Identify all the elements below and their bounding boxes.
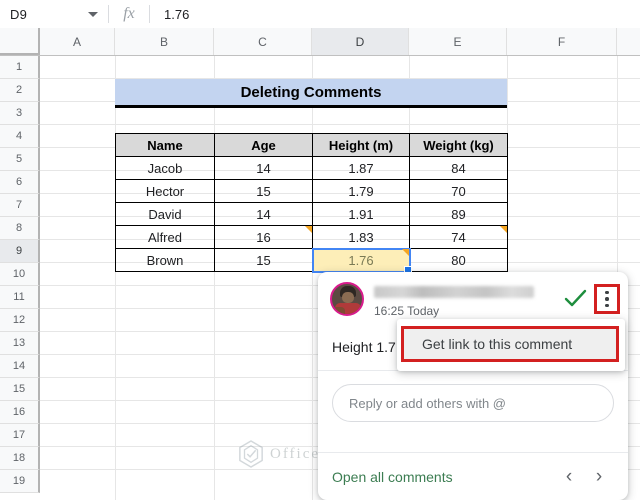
cell-height[interactable]: 1.79 <box>312 179 410 203</box>
table-row[interactable]: Hector 15 1.79 70 <box>115 179 508 203</box>
row-header-7[interactable]: 7 <box>0 194 40 217</box>
comment-marker-icon <box>500 226 507 233</box>
name-box-value: D9 <box>10 6 28 22</box>
row-header-15[interactable]: 15 <box>0 378 40 401</box>
cell-height[interactable]: 1.87 <box>312 156 410 180</box>
row-header-13[interactable]: 13 <box>0 332 40 355</box>
gridline <box>40 124 640 125</box>
data-table: Name Age Height (m) Weight (kg) Jacob 14… <box>115 133 508 274</box>
column-header-e[interactable]: E <box>409 28 507 55</box>
column-header-age: Age <box>214 133 313 157</box>
column-header-b[interactable]: B <box>115 28 214 55</box>
row-header-5[interactable]: 5 <box>0 148 40 171</box>
avatar-part <box>333 307 345 314</box>
resolve-check-icon[interactable] <box>562 288 588 310</box>
comment-popup: 16:25 Today Height 1.7 Reply or add othe… <box>318 272 628 500</box>
chevron-down-icon[interactable] <box>88 11 98 17</box>
row-header-14[interactable]: 14 <box>0 355 40 378</box>
cell-age[interactable]: 14 <box>214 156 313 180</box>
comment-more-options-button[interactable] <box>594 284 620 314</box>
column-header-g[interactable] <box>617 28 640 55</box>
gridline <box>214 56 215 500</box>
comment-marker-icon <box>402 249 409 256</box>
cell-age[interactable]: 15 <box>214 179 313 203</box>
cell-height-value: 1.76 <box>348 252 374 268</box>
column-header-c[interactable]: C <box>214 28 312 55</box>
row-header-9[interactable]: 9 <box>0 240 40 263</box>
avatar[interactable] <box>330 282 364 316</box>
formula-input[interactable]: 1.76 <box>150 7 640 22</box>
column-header-name: Name <box>115 133 215 157</box>
table-row[interactable]: Jacob 14 1.87 84 <box>115 156 508 180</box>
cell-height-selected[interactable]: 1.76 <box>311 247 412 274</box>
open-all-comments-link[interactable]: Open all comments <box>332 469 554 485</box>
cell-weight[interactable]: 89 <box>409 202 508 226</box>
cell-weight[interactable]: 70 <box>409 179 508 203</box>
row-header-19[interactable]: 19 <box>0 470 40 493</box>
reply-placeholder: Reply or add others with @ <box>349 395 506 411</box>
cell-name[interactable]: Brown <box>115 248 215 272</box>
row-header-6[interactable]: 6 <box>0 171 40 194</box>
cell-age-value: 16 <box>256 229 271 245</box>
kebab-dot-icon <box>605 297 609 301</box>
gridline <box>312 56 313 500</box>
menu-item-get-link[interactable]: Get link to this comment <box>401 326 619 362</box>
row-header-17[interactable]: 17 <box>0 424 40 447</box>
row-header-12[interactable]: 12 <box>0 309 40 332</box>
cell-name[interactable]: David <box>115 202 215 226</box>
column-header-f[interactable]: F <box>507 28 617 55</box>
cell-name[interactable]: Jacob <box>115 156 215 180</box>
cell-weight[interactable]: 84 <box>409 156 508 180</box>
cell-height[interactable]: 1.91 <box>312 202 410 226</box>
table-header-row: Name Age Height (m) Weight (kg) <box>115 133 508 157</box>
table-row[interactable]: Brown 15 1.76 80 <box>115 247 508 274</box>
row-header-16[interactable]: 16 <box>0 401 40 424</box>
comment-author-name <box>374 286 534 298</box>
spreadsheet-app: D9 fx 1.76 A B C D E F 1 2 3 4 5 6 7 8 9… <box>0 0 640 500</box>
cell-weight[interactable]: 80 <box>409 248 508 272</box>
cell-age[interactable]: 15 <box>214 248 313 272</box>
sheet-title-banner[interactable]: Deleting Comments <box>115 79 507 108</box>
column-header-row: A B C D E F <box>0 28 640 56</box>
comment-actions <box>562 284 620 314</box>
next-comment-button[interactable]: › <box>584 466 614 488</box>
row-header-8[interactable]: 8 <box>0 217 40 240</box>
comment-footer: Open all comments ‹ › <box>318 452 628 500</box>
select-all-corner[interactable] <box>0 28 40 55</box>
column-header-d[interactable]: D <box>312 28 409 55</box>
column-header-weight: Weight (kg) <box>409 133 508 157</box>
row-header-3[interactable]: 3 <box>0 102 40 125</box>
cell-height[interactable]: 1.83 <box>312 225 410 249</box>
comment-context-menu: Get link to this comment <box>397 319 625 371</box>
column-header-a[interactable]: A <box>40 28 115 55</box>
row-header-4[interactable]: 4 <box>0 125 40 148</box>
table-row[interactable]: Alfred 16 1.83 74 <box>115 225 508 249</box>
formula-bar: D9 fx 1.76 <box>0 0 640 29</box>
name-box[interactable]: D9 <box>0 1 108 28</box>
reply-input[interactable]: Reply or add others with @ <box>332 384 614 422</box>
cell-age[interactable]: 14 <box>214 202 313 226</box>
cell-name[interactable]: Hector <box>115 179 215 203</box>
row-header-10[interactable]: 10 <box>0 263 40 286</box>
kebab-dot-icon <box>605 303 609 308</box>
previous-comment-button[interactable]: ‹ <box>554 466 584 488</box>
kebab-dot-icon <box>605 290 609 295</box>
gridline <box>115 56 116 500</box>
avatar-part <box>342 292 354 303</box>
cell-age[interactable]: 16 <box>214 225 313 249</box>
comment-marker-icon <box>305 226 312 233</box>
table-row[interactable]: David 14 1.91 89 <box>115 202 508 226</box>
row-header-2[interactable]: 2 <box>0 79 40 102</box>
row-header-1[interactable]: 1 <box>0 56 40 79</box>
cell-name[interactable]: Alfred <box>115 225 215 249</box>
row-header-18[interactable]: 18 <box>0 447 40 470</box>
row-header-11[interactable]: 11 <box>0 286 40 309</box>
cell-weight[interactable]: 74 <box>409 225 508 249</box>
column-header-height: Height (m) <box>312 133 410 157</box>
function-icon[interactable]: fx <box>109 5 149 23</box>
cell-weight-value: 74 <box>451 229 466 245</box>
